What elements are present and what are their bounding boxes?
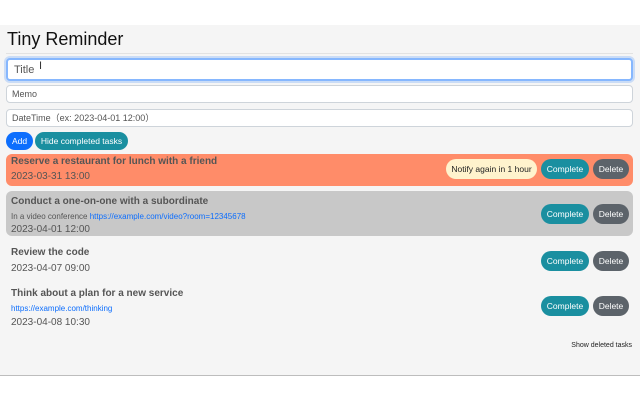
divider bbox=[6, 53, 633, 54]
task-datetime: 2023-04-08 10:30 bbox=[11, 317, 90, 328]
task-datetime: 2023-04-07 09:00 bbox=[11, 263, 90, 274]
task-memo: https://example.com/thinking bbox=[11, 304, 112, 313]
complete-button[interactable]: Complete bbox=[541, 296, 589, 316]
task-memo-link[interactable]: https://example.com/thinking bbox=[11, 304, 112, 313]
task-item: Review the code 2023-04-07 09:00 Complet… bbox=[6, 243, 633, 279]
page-title: Tiny Reminder bbox=[7, 29, 124, 49]
task-name: Conduct a one-on-one with a subordinate bbox=[11, 196, 209, 207]
notify-again-button[interactable]: Notify again in 1 hour bbox=[446, 159, 537, 179]
task-datetime: 2023-03-31 13:00 bbox=[11, 171, 90, 182]
text-cursor-icon: I bbox=[39, 60, 43, 72]
memo-input[interactable] bbox=[6, 85, 633, 103]
title-input[interactable] bbox=[6, 58, 633, 81]
delete-button[interactable]: Delete bbox=[593, 159, 629, 179]
task-name: Think about a plan for a new service bbox=[11, 288, 184, 299]
task-memo-link[interactable]: https://example.com/video?room=12345678 bbox=[90, 212, 246, 221]
task-item-current: Conduct a one-on-one with a subordinate … bbox=[6, 191, 633, 236]
delete-button[interactable]: Delete bbox=[593, 296, 629, 316]
hide-completed-button[interactable]: Hide completed tasks bbox=[35, 132, 128, 150]
delete-button[interactable]: Delete bbox=[593, 204, 629, 224]
task-datetime: 2023-04-01 12:00 bbox=[11, 224, 90, 235]
complete-button[interactable]: Complete bbox=[541, 251, 589, 271]
complete-button[interactable]: Complete bbox=[541, 159, 589, 179]
task-memo: In a video conference https://example.co… bbox=[11, 212, 246, 221]
complete-button[interactable]: Complete bbox=[541, 204, 589, 224]
datetime-input[interactable] bbox=[6, 109, 633, 127]
delete-button[interactable]: Delete bbox=[593, 251, 629, 271]
add-button[interactable]: Add bbox=[6, 132, 33, 150]
app-container: Tiny Reminder I Add Hide completed tasks… bbox=[0, 25, 640, 376]
task-name: Review the code bbox=[11, 247, 90, 258]
show-deleted-link[interactable]: Show deleted tasks bbox=[571, 342, 632, 349]
task-name: Reserve a restaurant for lunch with a fr… bbox=[11, 156, 218, 167]
task-item-overdue: Reserve a restaurant for lunch with a fr… bbox=[6, 154, 633, 186]
task-item: Think about a plan for a new service htt… bbox=[6, 283, 633, 333]
